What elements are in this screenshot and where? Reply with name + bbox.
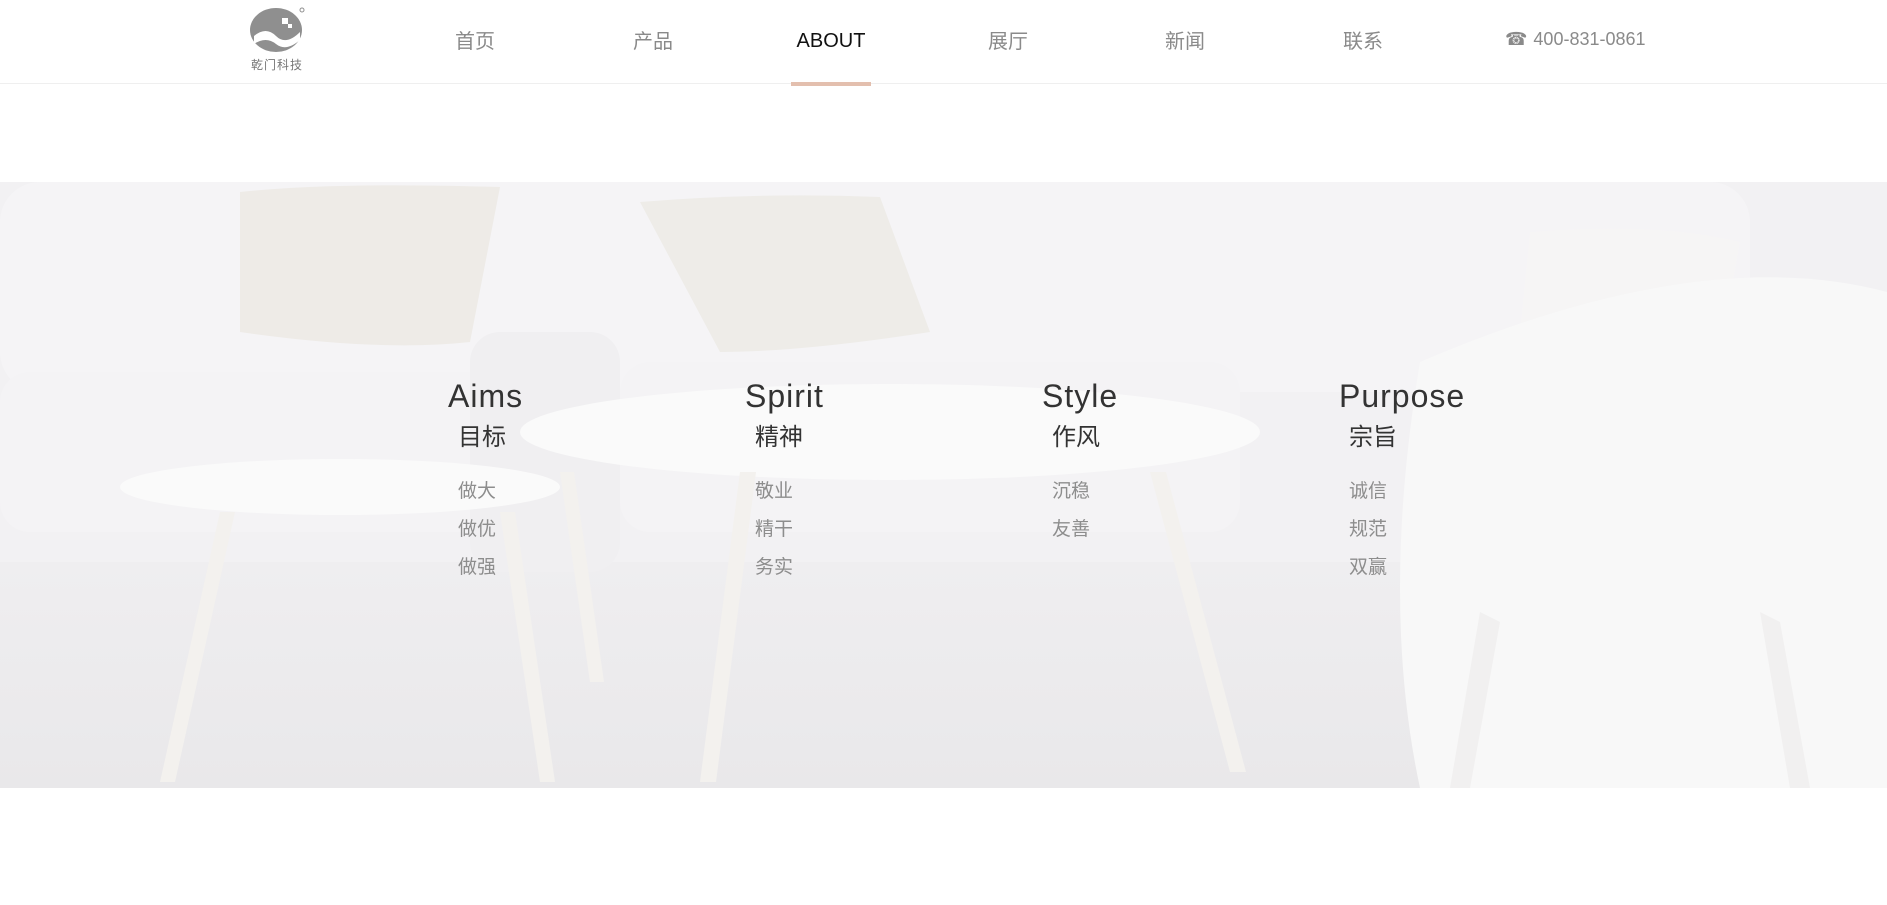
company-logo-icon bbox=[250, 7, 305, 52]
nav-item-showroom[interactable]: 展厅 bbox=[973, 26, 1043, 56]
value-column-style: Style 作风 沉稳 友善 bbox=[1042, 376, 1242, 548]
value-item: 务实 bbox=[755, 556, 794, 578]
phone-icon: ☎ bbox=[1505, 29, 1528, 49]
value-column-purpose: Purpose 宗旨 诚信 规范 双赢 bbox=[1339, 376, 1539, 586]
value-title-en: Style bbox=[1042, 378, 1119, 414]
value-item: 做大 bbox=[458, 480, 497, 502]
values-banner: Aims 目标 做大 做优 做强 Spirit 精神 敬业 精干 务实 Styl… bbox=[0, 182, 1887, 788]
value-item: 做强 bbox=[458, 556, 497, 578]
value-title-en: Purpose bbox=[1339, 378, 1466, 414]
value-title-zh: 目标 bbox=[458, 423, 506, 451]
nav-item-about[interactable]: ABOUT bbox=[786, 26, 876, 56]
company-logo[interactable]: 乾门科技 bbox=[246, 6, 308, 72]
nav-active-indicator bbox=[791, 82, 871, 86]
nav-item-news[interactable]: 新闻 bbox=[1150, 26, 1220, 56]
value-item: 沉稳 bbox=[1052, 480, 1091, 502]
nav-item-products[interactable]: 产品 bbox=[618, 26, 688, 56]
value-title-zh: 作风 bbox=[1052, 423, 1100, 451]
value-item: 做优 bbox=[458, 518, 497, 540]
value-item: 规范 bbox=[1349, 518, 1388, 540]
value-item: 诚信 bbox=[1349, 480, 1388, 502]
value-column-aims: Aims 目标 做大 做优 做强 bbox=[448, 376, 648, 586]
value-item: 双赢 bbox=[1349, 556, 1388, 578]
phone-number[interactable]: ☎ 400-831-0861 bbox=[1505, 26, 1646, 52]
value-item: 敬业 bbox=[755, 480, 794, 502]
nav-item-contact[interactable]: 联系 bbox=[1328, 26, 1398, 56]
value-title-zh: 精神 bbox=[755, 423, 803, 451]
nav-item-home[interactable]: 首页 bbox=[440, 26, 510, 56]
value-title-en: Spirit bbox=[745, 378, 824, 414]
value-column-spirit: Spirit 精神 敬业 精干 务实 bbox=[745, 376, 945, 586]
value-title-en: Aims bbox=[448, 378, 524, 414]
phone-number-text: 400-831-0861 bbox=[1533, 29, 1646, 49]
value-item: 友善 bbox=[1052, 518, 1091, 540]
value-item: 精干 bbox=[755, 518, 794, 540]
site-header: 乾门科技 首页 产品 ABOUT 展厅 新闻 联系 ☎ 400-831-0861 bbox=[0, 0, 1887, 86]
value-title-zh: 宗旨 bbox=[1349, 423, 1397, 451]
logo-text: 乾门科技 bbox=[250, 58, 303, 72]
